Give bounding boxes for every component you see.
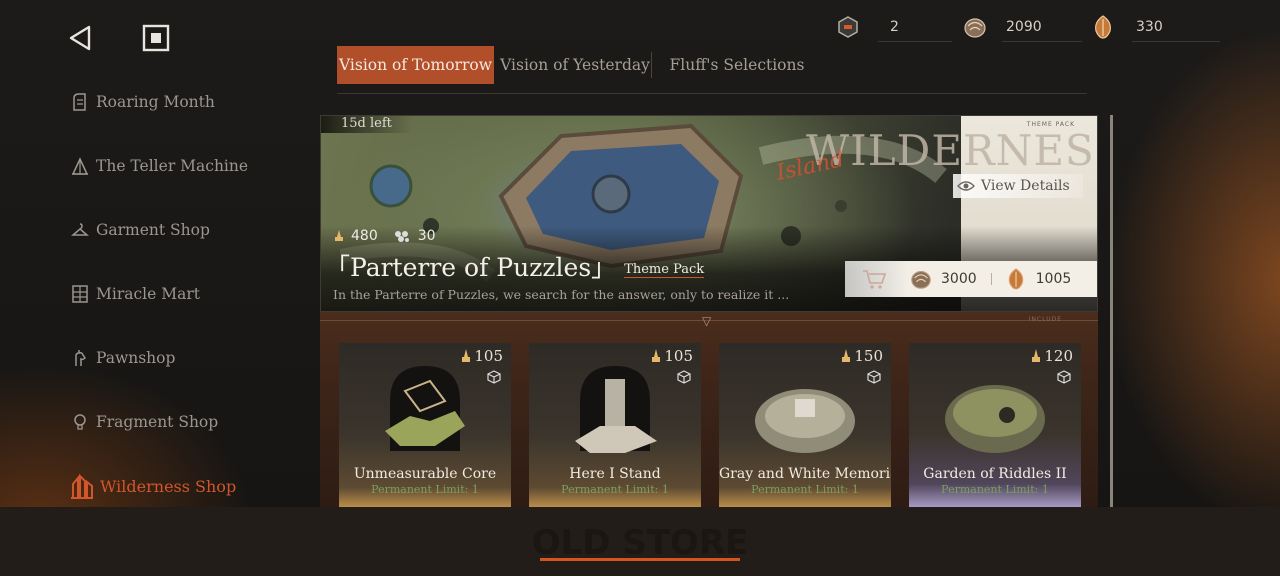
currency-bar: 2 2090 330 <box>832 12 1220 42</box>
card-value-number: 105 <box>664 347 693 365</box>
sidebar-item-label: Roaring Month <box>96 93 215 111</box>
tab-vision-of-yesterday[interactable]: Vision of Yesterday <box>500 46 650 84</box>
hand-icon <box>70 347 90 369</box>
old-store-underline <box>540 558 740 561</box>
piano-icon <box>70 91 90 113</box>
scrollbar[interactable] <box>1110 115 1113 510</box>
cluster-icon <box>394 231 409 242</box>
feather-coin-icon <box>1095 15 1111 39</box>
currency-shell[interactable]: 2090 <box>952 12 1082 42</box>
item-card[interactable]: 105 Unmeasurable Core Permanent Limit: 1 <box>339 343 511 507</box>
item-artwork <box>385 366 465 451</box>
top-controls <box>62 20 174 56</box>
currency-underline <box>878 41 952 42</box>
time-left-badge: 15d left <box>321 116 412 133</box>
price-shell-value: 3000 <box>941 271 977 287</box>
wilderness-logo-title: WILDERNESS <box>806 126 1098 175</box>
tent-icon <box>70 155 90 177</box>
square-icon <box>142 24 170 52</box>
cube-icon <box>1057 370 1071 384</box>
include-label: INCLUDE <box>1028 316 1062 323</box>
currency-ticket[interactable]: 2 <box>832 12 952 42</box>
sidebar-item-fragment-shop[interactable]: Fragment Shop <box>70 390 310 454</box>
card-limit: Permanent Limit: 1 <box>371 483 479 496</box>
pack-stat-value: 480 <box>351 228 378 244</box>
item-artwork <box>945 385 1045 453</box>
tab-fluffs-selections[interactable]: Fluff's Selections <box>667 46 807 84</box>
sidebar-item-label: Garment Shop <box>96 221 210 239</box>
shell-icon <box>964 18 986 38</box>
sidebar-item-pawnshop[interactable]: Pawnshop <box>70 326 310 390</box>
sidebar-item-label: Wilderness Shop <box>100 476 237 496</box>
shelf-icon <box>70 283 90 305</box>
card-name: Garden of Riddles II <box>923 466 1067 482</box>
card-limit: Permanent Limit: 1 <box>751 483 859 496</box>
cube-icon <box>867 370 881 384</box>
view-details-button[interactable]: View Details <box>953 174 1083 198</box>
pack-description: In the Parterre of Puzzles, we search fo… <box>333 287 790 302</box>
item-artwork <box>575 366 657 453</box>
hanger-icon <box>70 219 90 241</box>
eye-icon <box>957 181 975 191</box>
card-value-number: 105 <box>474 347 503 365</box>
pack-title: 「Parterre of Puzzles」 Theme Pack <box>325 248 705 284</box>
bulb-icon <box>70 411 90 433</box>
island-icon <box>70 472 94 500</box>
sidebar-item-roaring-month[interactable]: Roaring Month <box>70 70 310 134</box>
theme-pack-banner[interactable]: 15d left WILDERNESS Island THEME PACK Vi… <box>320 115 1098 312</box>
expand-chevron-icon[interactable]: ▽ <box>702 314 711 328</box>
tab-separator <box>651 52 652 78</box>
price-coin-value: 1005 <box>1035 271 1072 287</box>
sidebar-item-miracle-mart[interactable]: Miracle Mart <box>70 262 310 326</box>
cube-icon <box>677 370 691 384</box>
cart-icon <box>863 270 887 289</box>
ticket-icon <box>838 16 858 38</box>
item-artwork <box>755 389 855 453</box>
card-value-number: 150 <box>854 347 883 365</box>
currency-shell-value: 2090 <box>1006 19 1042 35</box>
view-details-label: View Details <box>981 178 1070 194</box>
item-card[interactable]: 105 Here I Stand Permanent Limit: 1 <box>529 343 701 507</box>
back-triangle-icon <box>69 25 91 51</box>
shell-icon <box>911 271 931 289</box>
card-name: Unmeasurable Core <box>353 466 497 482</box>
pack-title-text: 「Parterre of Puzzles」 <box>325 253 617 282</box>
pack-stats: 480 30 <box>333 228 436 244</box>
card-name: Gray and White Memorial <box>719 466 891 482</box>
tab-vision-of-tomorrow[interactable]: Vision of Tomorrow <box>337 46 494 84</box>
shop-sidebar: Roaring Month The Teller Machine Garment… <box>70 70 310 518</box>
sidebar-item-garment-shop[interactable]: Garment Shop <box>70 198 310 262</box>
sidebar-item-label: Fragment Shop <box>96 413 219 431</box>
card-value-number: 120 <box>1044 347 1073 365</box>
feather-coin-icon <box>1008 268 1023 290</box>
currency-feather-value: 330 <box>1136 19 1163 35</box>
footer-bar: OLD STORE <box>0 507 1280 576</box>
purchase-price-box[interactable]: 3000 1005 <box>845 261 1097 297</box>
theme-pack-tag: Theme Pack <box>624 262 705 278</box>
home-button[interactable] <box>138 20 174 56</box>
item-card[interactable]: 120 Garden of Riddles II Permanent Limit… <box>909 343 1081 507</box>
item-card[interactable]: 150 Gray and White Memorial Permanent Li… <box>719 343 891 507</box>
shop-tabs: Vision of Tomorrow Vision of Yesterday F… <box>337 46 1087 94</box>
currency-underline <box>1132 41 1220 42</box>
currency-underline <box>1002 41 1082 42</box>
card-limit: Permanent Limit: 1 <box>561 483 669 496</box>
pack-stat-count: 30 <box>417 228 436 244</box>
sidebar-item-teller-machine[interactable]: The Teller Machine <box>70 134 310 198</box>
currency-ticket-value: 2 <box>890 19 899 35</box>
cube-icon <box>487 370 501 384</box>
sidebar-item-label: Miracle Mart <box>96 285 200 303</box>
trophy-icon <box>335 230 343 241</box>
theme-pack-corner-tag: THEME PACK <box>1026 121 1075 128</box>
price-separator <box>990 273 992 285</box>
currency-feather-coin[interactable]: 330 <box>1082 12 1220 42</box>
sidebar-item-label: Pawnshop <box>96 349 176 367</box>
sidebar-item-label: The Teller Machine <box>96 157 249 175</box>
old-store-title[interactable]: OLD STORE <box>0 523 1280 563</box>
card-name: Here I Stand <box>569 466 661 482</box>
back-button[interactable] <box>62 20 98 56</box>
card-limit: Permanent Limit: 1 <box>941 483 1049 496</box>
